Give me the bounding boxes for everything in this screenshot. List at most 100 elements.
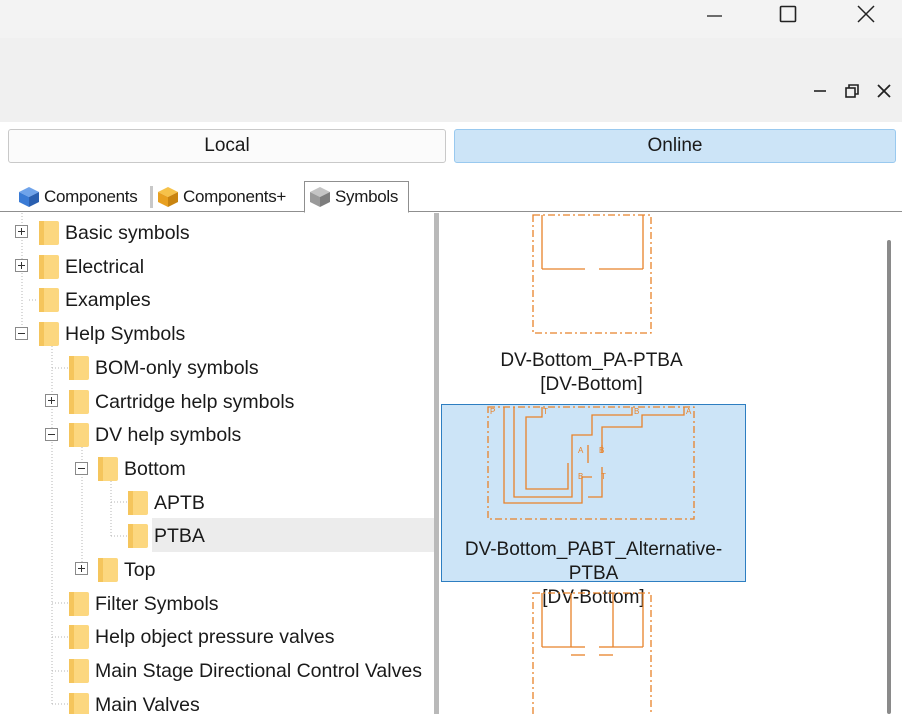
port-label: P bbox=[490, 407, 495, 416]
close-icon bbox=[857, 5, 875, 23]
tree-item-label: Top bbox=[124, 558, 156, 581]
folder-icon bbox=[69, 390, 89, 414]
blue-cube-icon bbox=[19, 187, 39, 207]
online-label: Online bbox=[647, 135, 703, 156]
doc-restore-button[interactable] bbox=[838, 80, 866, 102]
tree-item-label: Main Valves bbox=[95, 693, 200, 714]
port-label: T bbox=[601, 472, 606, 481]
minimize-icon bbox=[814, 90, 826, 92]
port-label: A bbox=[578, 446, 584, 455]
port-label: B bbox=[599, 446, 604, 455]
minimize-button[interactable] bbox=[684, 0, 744, 28]
tree-item-label: DV help symbols bbox=[95, 423, 242, 446]
tab-symbols[interactable]: Symbols bbox=[304, 181, 409, 213]
folder-icon bbox=[69, 423, 89, 447]
collapse-toggle[interactable] bbox=[75, 462, 88, 475]
symbol-preview-pane[interactable]: DV-Bottom_PA-PTBA [DV-Bottom] P T B A A bbox=[439, 213, 902, 714]
tree-item-label: BOM-only symbols bbox=[95, 356, 259, 379]
local-label: Local bbox=[204, 135, 250, 156]
folder-icon bbox=[128, 524, 148, 548]
restore-icon bbox=[845, 84, 859, 98]
expand-toggle[interactable] bbox=[45, 394, 58, 407]
preview-scrollbar[interactable] bbox=[887, 240, 891, 714]
orange-cube-icon bbox=[158, 187, 178, 207]
folder-icon bbox=[69, 356, 89, 380]
port-label: B bbox=[578, 472, 583, 481]
tree-item-label: Filter Symbols bbox=[95, 592, 219, 615]
tree-item-label: Electrical bbox=[65, 255, 145, 278]
tree-item-basic-symbols[interactable]: Basic symbols bbox=[39, 216, 190, 250]
tab-label: Components+ bbox=[183, 187, 287, 206]
tree-item-main-stage-directional-control-valves[interactable]: Main Stage Directional Control Valves bbox=[69, 654, 422, 688]
tree-item-bom-only-symbols[interactable]: BOM-only symbols bbox=[69, 351, 259, 385]
tree-item-aptb[interactable]: APTB bbox=[128, 486, 205, 520]
doc-minimize-button[interactable] bbox=[806, 80, 834, 102]
collapse-toggle[interactable] bbox=[15, 327, 28, 340]
port-label: T bbox=[543, 407, 548, 416]
symbol-thumbnail bbox=[532, 214, 652, 334]
title-bar bbox=[0, 0, 902, 38]
tree-item-help-object-pressure-valves[interactable]: Help object pressure valves bbox=[69, 620, 335, 654]
grey-cube-icon bbox=[310, 187, 330, 207]
tree-item-label: PTBA bbox=[154, 524, 205, 547]
port-label: A bbox=[686, 407, 692, 416]
close-icon bbox=[877, 84, 891, 98]
tab-components[interactable]: Components bbox=[14, 182, 150, 212]
library-tabs: Components Components+ Symbols bbox=[0, 181, 902, 213]
folder-icon bbox=[69, 693, 89, 714]
local-button[interactable]: Local bbox=[8, 129, 446, 163]
folder-icon bbox=[69, 592, 89, 616]
expand-toggle[interactable] bbox=[15, 259, 28, 272]
tree-item-label: Cartridge help symbols bbox=[95, 390, 295, 413]
symbol-item[interactable]: DV-Bottom_PA-PTBA [DV-Bottom] bbox=[439, 213, 744, 395]
folder-icon bbox=[69, 625, 89, 649]
folder-icon bbox=[39, 221, 59, 245]
tree-item-bottom[interactable]: Bottom bbox=[98, 452, 186, 486]
port-label: B bbox=[634, 407, 639, 416]
tree-item-cartridge-help-symbols[interactable]: Cartridge help symbols bbox=[69, 385, 294, 419]
tree-item-label: Main Stage Directional Control Valves bbox=[95, 659, 422, 682]
tree-item-label: Examples bbox=[65, 288, 151, 311]
maximize-icon bbox=[779, 5, 797, 23]
tree-item-label: Help object pressure valves bbox=[95, 625, 335, 648]
collapse-toggle[interactable] bbox=[45, 428, 58, 441]
folder-icon bbox=[128, 491, 148, 515]
tree-item-dv-help-symbols[interactable]: DV help symbols bbox=[69, 418, 241, 452]
folder-icon bbox=[98, 457, 118, 481]
tree-item-filter-symbols[interactable]: Filter Symbols bbox=[69, 587, 219, 621]
tab-components-plus[interactable]: Components+ bbox=[153, 182, 301, 212]
tab-label: Components bbox=[44, 187, 138, 206]
folder-icon bbox=[69, 659, 89, 683]
symbol-item[interactable] bbox=[439, 591, 744, 714]
symbol-thumbnail: P T B A A B B T bbox=[487, 406, 695, 520]
tree-item-main-valves[interactable]: Main Valves bbox=[69, 688, 200, 714]
symbol-tree[interactable]: Basic symbols Electrical Examples Help S… bbox=[0, 213, 436, 714]
symbol-name: DV-Bottom_PABT_Alternative-PTBA bbox=[464, 539, 723, 584]
tree-item-electrical[interactable]: Electrical bbox=[39, 250, 144, 284]
folder-icon bbox=[39, 322, 59, 346]
folder-icon bbox=[98, 558, 118, 582]
expand-toggle[interactable] bbox=[15, 225, 28, 238]
tree-item-label: Help Symbols bbox=[65, 322, 186, 345]
tree-item-examples[interactable]: Examples bbox=[39, 283, 151, 317]
folder-icon bbox=[39, 255, 59, 279]
symbol-thumbnail bbox=[532, 592, 652, 714]
expand-toggle[interactable] bbox=[75, 562, 88, 575]
symbol-item-selected[interactable]: P T B A A B B T DV-Bottom_PABT_Alternati… bbox=[441, 404, 746, 608]
minimize-icon bbox=[707, 15, 722, 17]
symbol-name: DV-Bottom_PA-PTBA bbox=[500, 350, 683, 371]
tree-item-label: Bottom bbox=[124, 457, 186, 480]
doc-close-button[interactable] bbox=[870, 80, 898, 102]
maximize-button[interactable] bbox=[758, 0, 818, 28]
tree-item-ptba[interactable]: PTBA bbox=[128, 519, 205, 553]
tree-item-help-symbols[interactable]: Help Symbols bbox=[39, 317, 185, 351]
tree-item-label: APTB bbox=[154, 491, 205, 514]
tree-item-top[interactable]: Top bbox=[98, 553, 155, 587]
symbol-category: [DV-Bottom] bbox=[540, 374, 643, 395]
document-toolbar bbox=[0, 38, 902, 122]
folder-icon bbox=[39, 288, 59, 312]
online-button[interactable]: Online bbox=[454, 129, 896, 163]
close-button[interactable] bbox=[836, 0, 896, 28]
tab-label: Symbols bbox=[335, 187, 399, 206]
tree-item-label: Basic symbols bbox=[65, 221, 190, 244]
